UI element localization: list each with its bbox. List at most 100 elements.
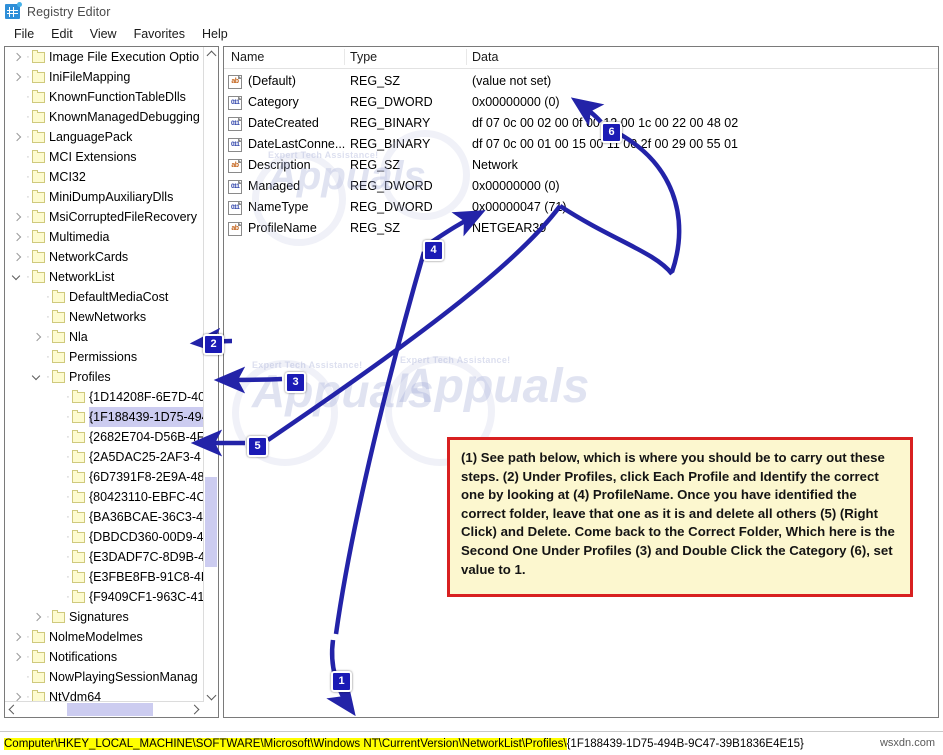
folder-icon xyxy=(32,172,45,183)
tree-connector: · xyxy=(24,88,32,106)
tree-item[interactable]: ·{E3FBE8FB-91C8-4D xyxy=(5,567,205,587)
tree-item[interactable]: ·{80423110-EBFC-4C xyxy=(5,487,205,507)
chevron-right-icon[interactable] xyxy=(11,647,24,667)
tree-item[interactable]: ·{1D14208F-6E7D-40 xyxy=(5,387,205,407)
tree-item[interactable]: ·Notifications xyxy=(5,647,205,667)
tree-item-label: {F9409CF1-963C-41 xyxy=(89,587,205,607)
instructions-callout: (1) See path below, which is where you s… xyxy=(447,437,913,597)
tree-item[interactable]: ·Nla xyxy=(5,327,205,347)
tree-item[interactable]: ·Image File Execution Optio xyxy=(5,47,205,67)
tree-item[interactable]: ·{2A5DAC25-2AF3-4 xyxy=(5,447,205,467)
registry-values-pane[interactable]: Name Type Data ab(Default)REG_SZ(value n… xyxy=(223,46,939,718)
column-header-name[interactable]: Name xyxy=(231,50,264,64)
tree-item-label: NetworkCards xyxy=(49,247,132,267)
tree-horizontal-scroll-thumb[interactable] xyxy=(67,703,153,716)
chevron-right-icon[interactable] xyxy=(31,327,44,347)
value-row[interactable]: abProfileNameREG_SZNETGEAR39 xyxy=(224,219,938,239)
tree-item[interactable]: ·DefaultMediaCost xyxy=(5,287,205,307)
tree-item-label: MsiCorruptedFileRecovery xyxy=(49,207,201,227)
tree-scroll-down-button[interactable] xyxy=(204,687,218,703)
tree-item[interactable]: ·Permissions xyxy=(5,347,205,367)
tree-item[interactable]: ·MsiCorruptedFileRecovery xyxy=(5,207,205,227)
chevron-right-icon[interactable] xyxy=(11,247,24,267)
tree-connector: · xyxy=(64,568,72,586)
registry-path-status: Computer\HKEY_LOCAL_MACHINE\SOFTWARE\Mic… xyxy=(0,738,804,750)
tree-scroll-right-button[interactable] xyxy=(188,702,204,716)
tree-item[interactable]: ·{E3DADF7C-8D9B-4 xyxy=(5,547,205,567)
value-row[interactable]: ab(Default)REG_SZ(value not set) xyxy=(224,72,938,92)
string-value-icon: ab xyxy=(228,159,242,173)
tree-item[interactable]: ·{BA36BCAE-36C3-4 xyxy=(5,507,205,527)
tree-indent-spacer xyxy=(11,187,24,207)
tree-item[interactable]: ·{2682E704-D56B-4F xyxy=(5,427,205,447)
tree-item[interactable]: ·{6D7391F8-2E9A-48 xyxy=(5,467,205,487)
tree-item[interactable]: ·NtVdm64 xyxy=(5,687,205,702)
chevron-right-icon[interactable] xyxy=(31,607,44,627)
chevron-right-icon[interactable] xyxy=(11,47,24,67)
folder-icon xyxy=(32,272,45,283)
tree-item[interactable]: ·KnownFunctionTableDlls xyxy=(5,87,205,107)
value-row[interactable]: 011DateLastConne...REG_BINARYdf 07 0c 00… xyxy=(224,135,938,155)
value-row[interactable]: 011DateCreatedREG_BINARYdf 07 0c 00 02 0… xyxy=(224,114,938,134)
tree-connector: · xyxy=(64,548,72,566)
tree-item[interactable]: ·{1F188439-1D75-494 xyxy=(5,407,205,427)
tree-vertical-scroll-thumb[interactable] xyxy=(205,477,217,567)
menu-help[interactable]: Help xyxy=(194,26,237,42)
menu-file[interactable]: File xyxy=(6,26,43,42)
chevron-right-icon[interactable] xyxy=(11,207,24,227)
tree-item[interactable]: ·NetworkCards xyxy=(5,247,205,267)
tree-item[interactable]: ·IniFileMapping xyxy=(5,67,205,87)
value-type: REG_SZ xyxy=(350,221,400,235)
tree-item[interactable]: ·{DBDCD360-00D9-4 xyxy=(5,527,205,547)
folder-icon xyxy=(52,312,65,323)
tree-item[interactable]: ·MCI32 xyxy=(5,167,205,187)
folder-icon xyxy=(32,132,45,143)
tree-item[interactable]: ·MiniDumpAuxiliaryDlls xyxy=(5,187,205,207)
registry-tree-pane[interactable]: ·Image File Execution Optio·IniFileMappi… xyxy=(4,46,219,718)
step-badge-2: 2 xyxy=(203,334,224,355)
folder-icon xyxy=(52,352,65,363)
value-row[interactable]: abDescriptionREG_SZNetwork xyxy=(224,156,938,176)
chevron-right-icon[interactable] xyxy=(11,67,24,87)
menu-favorites[interactable]: Favorites xyxy=(126,26,194,42)
registry-tree-list[interactable]: ·Image File Execution Optio·IniFileMappi… xyxy=(5,47,205,702)
value-name: Category xyxy=(248,95,299,109)
string-value-icon: ab xyxy=(228,75,242,89)
tree-item[interactable]: ·{F9409CF1-963C-41 xyxy=(5,587,205,607)
tree-item-label: Notifications xyxy=(49,647,121,667)
tree-item[interactable]: ·NolmeModelmes xyxy=(5,627,205,647)
tree-item[interactable]: ·MCI Extensions xyxy=(5,147,205,167)
tree-item[interactable]: ·Signatures xyxy=(5,607,205,627)
tree-item[interactable]: ·NewNetworks xyxy=(5,307,205,327)
value-row[interactable]: 011CategoryREG_DWORD0x00000000 (0) xyxy=(224,93,938,113)
tree-connector: · xyxy=(64,488,72,506)
folder-icon xyxy=(72,592,85,603)
tree-item-label: NetworkList xyxy=(49,267,118,287)
tree-item[interactable]: ·LanguagePack xyxy=(5,127,205,147)
value-type: REG_DWORD xyxy=(350,95,433,109)
tree-scroll-left-button[interactable] xyxy=(5,702,21,716)
tree-horizontal-scrollbar[interactable] xyxy=(5,701,204,717)
chevron-right-icon[interactable] xyxy=(11,627,24,647)
value-row[interactable]: 011ManagedREG_DWORD0x00000000 (0) xyxy=(224,177,938,197)
tree-item[interactable]: ·NowPlayingSessionManag xyxy=(5,667,205,687)
column-header-data[interactable]: Data xyxy=(472,50,498,64)
tree-item[interactable]: ·Profiles xyxy=(5,367,205,387)
tree-item-label: NolmeModelmes xyxy=(49,627,147,647)
menu-view[interactable]: View xyxy=(82,26,126,42)
chevron-down-icon[interactable] xyxy=(31,367,44,387)
chevron-right-icon[interactable] xyxy=(11,127,24,147)
menu-edit[interactable]: Edit xyxy=(43,26,82,42)
tree-indent-spacer xyxy=(51,507,64,527)
chevron-down-icon[interactable] xyxy=(11,267,24,287)
chevron-right-icon[interactable] xyxy=(11,687,24,702)
tree-item[interactable]: ·KnownManagedDebugging xyxy=(5,107,205,127)
tree-item[interactable]: ·Multimedia xyxy=(5,227,205,247)
tree-item[interactable]: ·NetworkList xyxy=(5,267,205,287)
chevron-right-icon[interactable] xyxy=(11,227,24,247)
tree-vertical-scrollbar[interactable] xyxy=(203,47,218,703)
tree-scroll-up-button[interactable] xyxy=(204,47,218,63)
column-header-type[interactable]: Type xyxy=(350,50,377,64)
value-row[interactable]: 011NameTypeREG_DWORD0x00000047 (71) xyxy=(224,198,938,218)
folder-icon xyxy=(32,632,45,643)
